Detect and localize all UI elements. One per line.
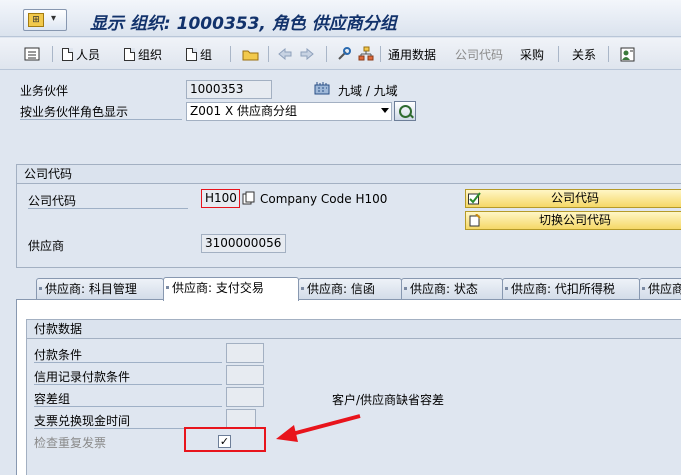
toolbar-divider [230,46,231,62]
general-data-button[interactable]: 通用数据 [388,44,436,64]
create-organization-label: 组织 [138,47,163,62]
display-by-role-label: 按业务伙伴角色显示 [20,103,182,120]
list-icon [24,47,40,61]
create-person-label: 人员 [76,47,101,62]
company-code-action-button[interactable]: 公司代码 [465,189,681,208]
toolbar-divider [608,46,609,62]
relationships-button[interactable]: 关系 [572,44,596,64]
toolbar-divider [326,46,327,62]
system-menu-button[interactable]: ⊞ ▾ [23,9,67,31]
company-code-description: Company Code H100 [260,192,388,206]
purchasing-label: 采购 [520,47,545,62]
open-button[interactable] [242,44,259,64]
vendor-label: 供应商 [28,239,65,253]
company-code-label: 公司代码 [28,192,188,209]
role-select-value: Z001 X 供应商分组 [190,104,297,118]
check-edit-icon [468,192,481,205]
switch-company-code-label: 切换公司代码 [538,213,611,227]
hierarchy-button[interactable] [358,44,374,64]
company-code-action-label: 公司代码 [550,191,599,205]
new-document-icon [124,47,135,61]
tab-status[interactable]: 供应商: 状态 [401,278,503,300]
tolerance-group-description: 客户/供应商缺省容差 [332,393,445,407]
credit-memo-payment-terms-field[interactable] [226,365,264,385]
payment-terms-field[interactable] [226,343,264,363]
business-partner-field[interactable]: 1000353 [186,80,272,99]
switch-view-button[interactable] [24,44,40,64]
arrow-right-icon [300,48,314,60]
person-card-icon [620,47,635,61]
toolbar-divider [52,46,53,62]
new-document-icon [469,214,481,227]
payment-terms-label: 付款条件 [34,346,222,363]
organization-icon [314,82,330,95]
vendor-field[interactable]: 3100000056 [201,234,286,253]
person-details-button[interactable] [620,44,635,64]
page-title: 显示 组织: 1000353, 角色 供应商分组 [90,14,397,34]
hierarchy-icon [358,46,374,61]
business-partner-name: 九域 / 九域 [338,84,398,98]
tab-correspondence[interactable]: 供应商: 信函 [298,278,402,300]
create-group-label: 组 [200,47,213,62]
check-double-invoice-label: 检查重复发票 [34,436,107,450]
tolerance-group-label: 容差组 [34,390,222,407]
payment-data-group-title: 付款数据 [27,320,681,339]
chevron-down-icon [381,108,389,113]
company-code-label: 公司代码 [455,47,504,62]
toolbar-divider [268,46,269,62]
general-data-label: 通用数据 [388,47,437,62]
toolbar-divider [380,46,381,62]
create-group-button[interactable]: 组 [186,44,212,64]
copy-icon[interactable] [242,191,255,205]
company-code-field[interactable]: H100 [201,189,240,208]
tab-vendor-more[interactable]: 供应商: [639,278,681,300]
annotation-highlight-box [184,427,266,452]
sap-logo-icon: ⊞ [28,13,44,27]
previous-button[interactable] [278,44,292,64]
tab-withholding-tax[interactable]: 供应商: 代扣所得税 [502,278,640,300]
company-code-group-title: 公司代码 [17,165,681,184]
tab-account-management[interactable]: 供应商: 科目管理 [36,278,164,300]
business-partner-label: 业务伙伴 [20,84,69,98]
dropdown-arrow-icon: ▾ [51,13,57,24]
next-button[interactable] [300,44,314,64]
check-cashing-time-field[interactable] [226,409,256,429]
purchasing-button[interactable]: 采购 [520,44,544,64]
credit-memo-payment-terms-label: 信用记录付款条件 [34,368,222,385]
company-code-button[interactable]: 公司代码 [455,44,503,64]
switch-company-code-button[interactable]: 切换公司代码 [465,211,681,230]
wrench-icon [338,47,351,60]
search-icon[interactable] [394,101,416,121]
tab-strip: 供应商: 科目管理 供应商: 支付交易 供应商: 信函 供应商: 状态 供应商:… [16,277,681,301]
create-person-button[interactable]: 人员 [62,44,100,64]
toolbar-divider [558,46,559,62]
create-organization-button[interactable]: 组织 [124,44,162,64]
tolerance-group-field[interactable] [226,387,264,407]
annotation-arrow-icon [276,414,361,442]
new-document-icon [62,47,73,61]
application-toolbar: 人员 组织 组 通用数据 公司代码 采购 关系 [0,38,681,70]
edit-tool-button[interactable] [336,44,352,64]
relationships-label: 关系 [572,47,597,62]
new-document-icon [186,47,197,61]
tab-page-payment: 付款数据 [16,299,681,475]
title-bar: ⊞ ▾ 显示 组织: 1000353, 角色 供应商分组 [0,0,681,37]
tab-payment-transactions[interactable]: 供应商: 支付交易 [163,277,299,301]
open-folder-icon [242,50,259,61]
arrow-left-icon [278,48,292,60]
role-select[interactable]: Z001 X 供应商分组 [186,102,392,121]
